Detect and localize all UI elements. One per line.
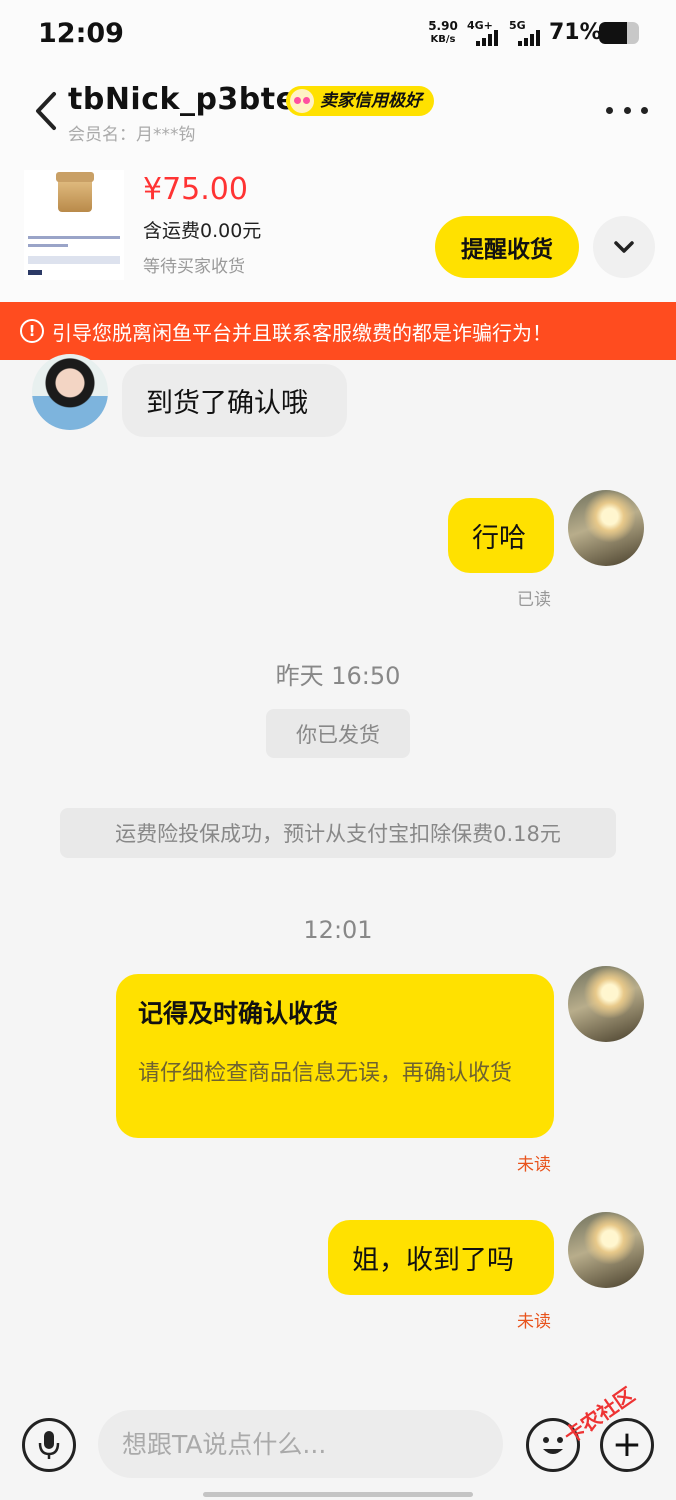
- more-options-button[interactable]: [606, 98, 648, 122]
- credit-badge[interactable]: 卖家信用极好: [286, 86, 434, 116]
- message-text: 到货了确认哦: [146, 388, 308, 419]
- voice-input-button[interactable]: [22, 1418, 76, 1472]
- message-text: 姐，收到了吗: [352, 1245, 514, 1276]
- contact-nickname[interactable]: tbNick_p3bte: [68, 82, 296, 117]
- card-title: 记得及时确认收货: [138, 999, 339, 1028]
- chevron-down-icon: [614, 241, 634, 253]
- message-bubble[interactable]: 姐，收到了吗: [328, 1220, 554, 1295]
- system-message: 运费险投保成功，预计从支付宝扣除保费0.18元: [60, 808, 616, 858]
- message-input[interactable]: [98, 1410, 503, 1478]
- read-status: 已读: [517, 590, 551, 610]
- status-time: 12:09: [38, 18, 124, 49]
- card-body: 请仔细检查商品信息无误，再确认收货: [138, 1061, 513, 1086]
- signal-bars-2-icon: [518, 30, 540, 46]
- expand-order-button[interactable]: [593, 216, 655, 278]
- chevron-left-icon: [36, 92, 56, 130]
- home-indicator[interactable]: [203, 1492, 473, 1497]
- battery-icon: [599, 22, 639, 44]
- battery-percent: 71%: [549, 20, 602, 45]
- shipping-fee: 含运费0.00元: [143, 220, 262, 242]
- seller-avatar[interactable]: [568, 1212, 644, 1288]
- system-message: 你已发货: [266, 709, 410, 758]
- plus-icon: +: [611, 1424, 643, 1465]
- buyer-avatar[interactable]: [32, 354, 108, 430]
- message-bubble[interactable]: 行哈: [448, 498, 554, 573]
- seller-avatar[interactable]: [568, 490, 644, 566]
- order-status: 等待买家收货: [143, 257, 245, 277]
- unread-status: 未读: [517, 1312, 551, 1332]
- member-name: 会员名：月***钩: [68, 125, 196, 145]
- credit-badge-label: 卖家信用极好: [320, 91, 422, 111]
- seller-avatar[interactable]: [568, 966, 644, 1042]
- timestamp: 昨天 16:50: [275, 662, 401, 690]
- more-actions-button[interactable]: +: [600, 1418, 654, 1472]
- back-button[interactable]: [30, 88, 64, 134]
- network-speed-unit: KB/s: [430, 34, 456, 45]
- signal-bars-1-icon: [476, 30, 498, 46]
- message-bubble[interactable]: 到货了确认哦: [122, 364, 347, 437]
- confirm-receipt-card[interactable]: 记得及时确认收货 请仔细检查商品信息无误，再确认收货: [116, 974, 554, 1138]
- message-text: 行哈: [472, 523, 526, 554]
- remind-receipt-button[interactable]: 提醒收货: [435, 216, 579, 278]
- product-thumbnail[interactable]: [24, 170, 124, 280]
- unread-status: 未读: [517, 1155, 551, 1175]
- fraud-warning-banner: ! 引导您脱离闲鱼平台并且联系客服缴费的都是诈骗行为！: [0, 302, 676, 360]
- network-speed: 5.90 KB/s: [426, 20, 460, 46]
- heart-eyes-icon: [290, 89, 314, 113]
- warning-icon: !: [20, 319, 44, 343]
- microphone-icon: [38, 1431, 60, 1459]
- product-price: ¥75.00: [143, 172, 248, 207]
- fraud-warning-text: 引导您脱离闲鱼平台并且联系客服缴费的都是诈骗行为！: [52, 320, 552, 345]
- network-speed-value: 5.90: [428, 19, 458, 33]
- timestamp: 12:01: [303, 916, 373, 944]
